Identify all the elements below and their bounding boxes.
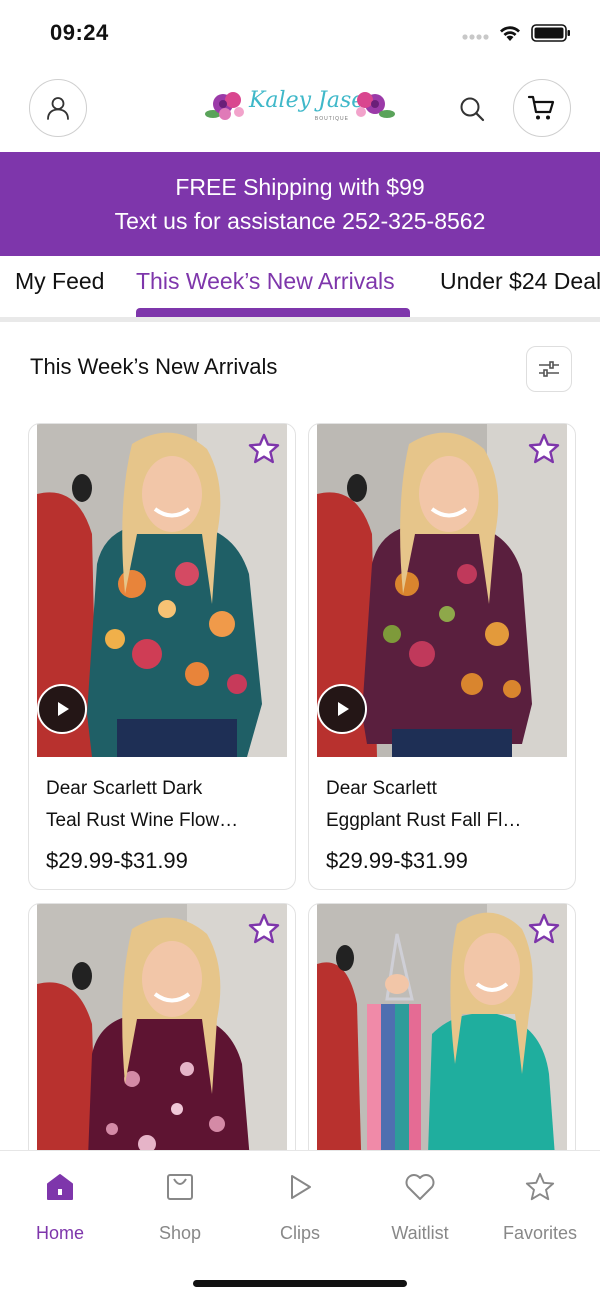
product-card[interactable]: Dear Scarlett Eggplant Rust Fall Fl… $29… <box>308 423 576 890</box>
account-button[interactable] <box>29 79 87 137</box>
product-photo[interactable] <box>317 424 567 757</box>
wifi-icon <box>500 26 520 41</box>
nav-waitlist-label: Waitlist <box>391 1223 449 1243</box>
product-card[interactable] <box>28 903 296 1183</box>
nav-clips[interactable]: Clips <box>240 1167 360 1247</box>
video-play-button[interactable] <box>317 684 367 734</box>
tab-new-arrivals[interactable]: This Week’s New Arrivals <box>136 268 395 295</box>
signal-icon <box>462 34 489 40</box>
home-indicator[interactable] <box>193 1280 407 1287</box>
tab-under-24-deals[interactable]: Under $24 Deals <box>440 268 600 295</box>
nav-shop[interactable]: Shop <box>120 1167 240 1247</box>
sliders-icon <box>539 361 559 377</box>
product-card[interactable]: Dear Scarlett Dark Teal Rust Wine Flow… … <box>28 423 296 890</box>
person-icon <box>47 97 69 120</box>
shopping-bag-icon <box>167 1174 193 1200</box>
home-icon <box>47 1174 73 1200</box>
search-icon <box>460 97 485 122</box>
nav-home[interactable]: Home <box>0 1167 120 1247</box>
favorite-star-icon[interactable] <box>527 912 561 946</box>
cart-button[interactable] <box>513 79 571 137</box>
active-tab-indicator <box>136 308 410 317</box>
product-price: $29.99-$31.99 <box>326 848 468 873</box>
play-icon <box>291 1175 311 1199</box>
battery-icon <box>531 24 570 42</box>
flower-right-icon <box>356 92 395 118</box>
product-photo[interactable] <box>37 424 287 757</box>
logo-text: Kaley Jase <box>249 88 365 113</box>
star-icon <box>525 1172 555 1201</box>
category-tabs: My Feed This Week’s New Arrivals Under $… <box>0 256 600 322</box>
flower-left-icon <box>205 92 244 120</box>
banner-shipping-text: FREE Shipping with $99 <box>175 174 425 200</box>
favorite-star-icon[interactable] <box>247 432 281 466</box>
promo-banner[interactable]: FREE Shipping with $99 Text us for assis… <box>0 152 600 256</box>
tab-my-feed[interactable]: My Feed <box>15 268 104 295</box>
product-name: Teal Rust Wine Flow… <box>46 810 239 831</box>
video-play-button[interactable] <box>37 684 87 734</box>
product-price: $29.99-$31.99 <box>46 848 188 873</box>
nav-clips-label: Clips <box>279 1223 320 1243</box>
section-title: This Week’s New Arrivals <box>30 354 278 379</box>
cart-icon <box>527 95 555 120</box>
status-time: 09:24 <box>50 20 109 45</box>
product-name: Dear Scarlett Dark <box>46 778 203 799</box>
play-icon <box>338 702 349 716</box>
product-name: Eggplant Rust Fall Fl… <box>326 810 522 831</box>
heart-icon <box>405 1174 435 1200</box>
status-bar: 09:24 <box>0 0 600 64</box>
nav-waitlist[interactable]: Waitlist <box>360 1167 480 1247</box>
banner-contact-text: Text us for assistance 252-325-8562 <box>114 208 486 234</box>
product-photo[interactable] <box>37 904 287 1182</box>
filter-button[interactable] <box>526 346 572 392</box>
product-card[interactable] <box>308 903 576 1183</box>
nav-home-label: Home <box>35 1223 84 1243</box>
nav-shop-label: Shop <box>158 1223 202 1243</box>
favorite-star-icon[interactable] <box>247 912 281 946</box>
product-photo[interactable] <box>317 904 567 1182</box>
play-icon <box>58 702 69 716</box>
logo-subtext: BOUTIQUE <box>314 116 349 122</box>
brand-logo[interactable]: Kaley Jase BOUTIQUE <box>205 82 395 134</box>
product-name: Dear Scarlett <box>326 778 437 799</box>
search-button[interactable] <box>452 89 492 129</box>
nav-favorites[interactable]: Favorites <box>480 1167 600 1247</box>
app-header: Kaley Jase BOUTIQUE <box>0 64 600 152</box>
favorite-star-icon[interactable] <box>527 432 561 466</box>
bottom-nav: Home Shop Clips Waitlist Favorites <box>0 1150 600 1299</box>
nav-favorites-label: Favorites <box>502 1223 578 1243</box>
